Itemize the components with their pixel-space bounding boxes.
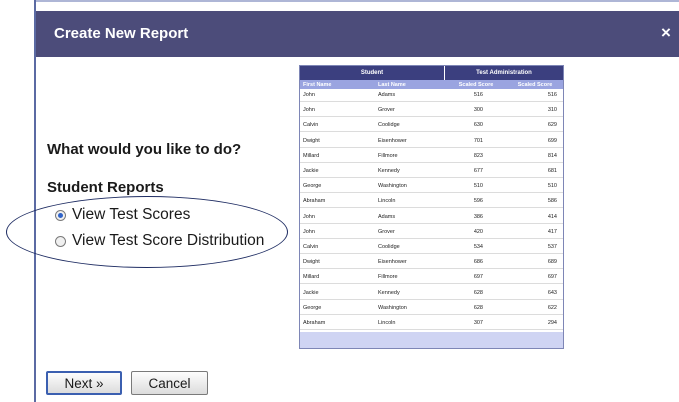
table-footer-bar [300,332,563,348]
table-cell: Dwight [303,259,320,266]
highlight-ellipse [6,196,288,268]
table-cell: 643 [547,289,557,296]
report-preview-table: Student Test Administration First Name L… [299,65,564,349]
prompt-question: What would you like to do? [47,141,242,158]
group-header-test-administration: Test Administration [445,66,563,80]
table-cell: 814 [547,152,557,159]
table-cell: 310 [547,107,557,114]
next-button[interactable]: Next » [46,371,122,395]
table-row: John Adams 516 516 [300,89,563,102]
table-cell: Abraham [303,198,326,205]
table-cell: Abraham [303,320,326,326]
column-header: Scaled Score [507,80,563,89]
table-cell: Dwight [303,137,320,144]
table-row: John Grover 300 310 [300,104,563,118]
dialog-titlebar: Create New Report × [36,11,679,57]
table-cell: 677 [473,168,483,174]
table-cell: 510 [473,183,483,190]
table-cell: John [303,228,315,235]
table-cell: 307 [473,320,483,326]
table-row: George Washington 628 622 [300,302,563,315]
table-cell: 537 [547,244,557,250]
table-cell: Fillmore [378,274,398,281]
table-cell: John [303,107,315,114]
table-cell: 686 [473,259,483,266]
table-cell: Kennedy [378,168,400,174]
table-cell: Lincoln [378,198,396,205]
table-row: Millard Fillmore 697 697 [300,271,563,285]
table-cell: 516 [473,92,483,98]
table-cell: George [303,183,322,190]
column-header: Scaled Score [445,80,507,89]
table-cell: 823 [473,152,483,159]
table-cell: Coolidge [378,244,400,250]
table-row: Jackie Kennedy 677 681 [300,165,563,178]
table-cell: George [303,304,322,311]
table-cell: 414 [547,213,557,220]
table-cell: Adams [378,213,396,220]
table-cell: 699 [547,137,557,144]
table-row: Millard Fillmore 823 814 [300,150,563,163]
table-cell: 294 [547,320,557,326]
table-cell: John [303,213,315,220]
cancel-button[interactable]: Cancel [131,371,208,395]
table-cell: 697 [473,274,483,281]
table-cell: Kennedy [378,289,400,296]
table-cell: John [303,92,315,98]
dialog-left-border [34,0,36,402]
table-cell: 630 [473,122,483,129]
table-cell: 596 [473,198,483,205]
table-cell: Coolidge [378,122,400,129]
table-cell: Washington [378,183,407,190]
column-header: First Name [300,80,375,89]
table-row: Dwight Eisenhower 686 689 [300,256,563,270]
table-cell: 300 [473,107,483,114]
table-cell: Jackie [303,289,319,296]
table-cell: 420 [473,228,483,235]
table-cell: Washington [378,304,407,311]
section-label: Student Reports [47,179,164,196]
table-row: Abraham Lincoln 596 586 [300,195,563,209]
close-icon[interactable]: × [661,23,679,43]
table-cell: 586 [547,198,557,205]
table-cell: Adams [378,92,396,98]
group-header-student: Student [300,66,445,80]
table-row: Dwight Eisenhower 701 699 [300,135,563,148]
table-cell: 628 [473,289,483,296]
table-cell: 628 [473,304,483,311]
table-row: John Grover 420 417 [300,226,563,239]
dialog-title: Create New Report [54,25,189,42]
table-cell: Lincoln [378,320,396,326]
table-row: John Adams 386 414 [300,211,563,224]
table-row: Abraham Lincoln 307 294 [300,317,563,330]
table-cell: Grover [378,228,395,235]
table-cell: 697 [547,274,557,281]
table-cell: Jackie [303,168,319,174]
table-cell: Calvin [303,122,319,129]
table-cell: 516 [547,92,557,98]
table-row: Jackie Kennedy 628 643 [300,287,563,300]
table-cell: Eisenhower [378,259,407,266]
table-cell: Calvin [303,244,319,250]
table-cell: 417 [547,228,557,235]
table-cell: 681 [547,168,557,174]
column-header: Last Name [375,80,445,89]
table-cell: Millard [303,274,320,281]
table-cell: Fillmore [378,152,398,159]
dialog-top-border [34,0,679,2]
table-row: George Washington 510 510 [300,180,563,194]
table-row: Calvin Coolidge 630 629 [300,119,563,133]
table-cell: 622 [547,304,557,311]
table-cell: 689 [547,259,557,266]
table-cell: Grover [378,107,395,114]
table-cell: 629 [547,122,557,129]
table-cell: 534 [473,244,483,250]
table-cell: 510 [547,183,557,190]
table-cell: Millard [303,152,320,159]
table-cell: 701 [473,137,483,144]
table-cell: 386 [473,213,483,220]
table-row: Calvin Coolidge 534 537 [300,241,563,254]
table-cell: Eisenhower [378,137,407,144]
